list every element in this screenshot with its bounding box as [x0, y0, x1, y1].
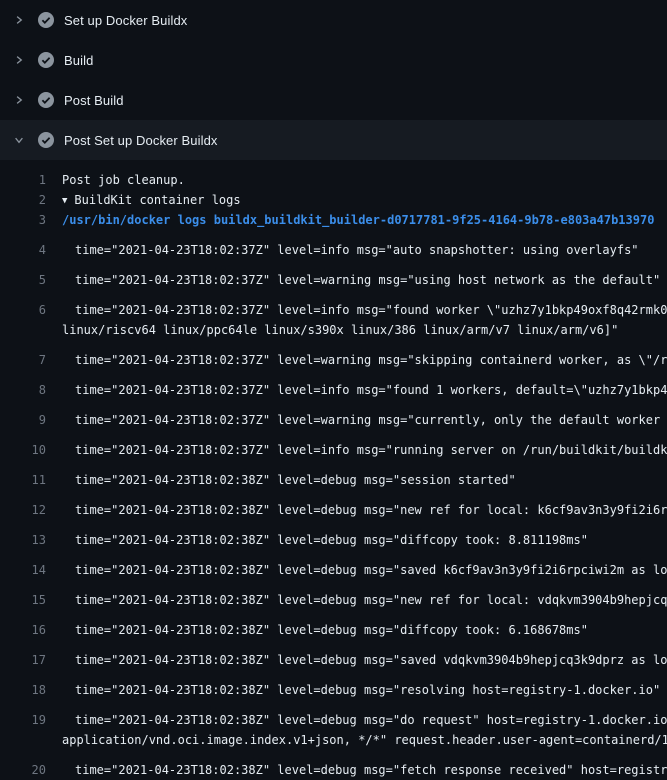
step-title: Set up Docker Buildx [64, 13, 187, 28]
chevron-right-icon[interactable] [12, 13, 26, 27]
log-text: time="2021-04-23T18:02:38Z" level=debug … [75, 650, 667, 670]
group-title: BuildKit container logs [74, 193, 240, 207]
line-number[interactable]: 8 [0, 380, 46, 400]
line-number[interactable]: 2 [0, 190, 46, 210]
log-text: time="2021-04-23T18:02:38Z" level=debug … [75, 760, 667, 780]
log-line: 14 time="2021-04-23T18:02:38Z" level=debu… [0, 550, 667, 580]
log-line: 15 time="2021-04-23T18:02:38Z" level=debu… [0, 580, 667, 610]
step-header-post-set-up-docker-buildx[interactable]: Post Set up Docker Buildx [0, 120, 667, 160]
line-number[interactable]: 20 [0, 760, 46, 780]
line-number[interactable]: 1 [0, 170, 46, 190]
log-line-continuation: linux/riscv64 linux/ppc64le linux/s390x … [0, 320, 667, 340]
log-line: 16 time="2021-04-23T18:02:38Z" level=debu… [0, 610, 667, 640]
line-number[interactable]: 5 [0, 270, 46, 290]
line-number[interactable]: 15 [0, 590, 46, 610]
log-line: 5 time="2021-04-23T18:02:37Z" level=warni… [0, 260, 667, 290]
chevron-right-icon[interactable] [12, 93, 26, 107]
log-text: time="2021-04-23T18:02:38Z" level=debug … [75, 710, 667, 730]
line-number [0, 730, 46, 750]
log-line: 17 time="2021-04-23T18:02:38Z" level=debu… [0, 640, 667, 670]
step-header-set-up-docker-buildx[interactable]: Set up Docker Buildx [0, 0, 667, 40]
log-line: 20 time="2021-04-23T18:02:38Z" level=debu… [0, 750, 667, 780]
log-group-header[interactable]: ▼ BuildKit container logs [62, 190, 241, 210]
log-line: 10 time="2021-04-23T18:02:37Z" level=info… [0, 430, 667, 460]
step-title: Post Build [64, 93, 124, 108]
line-number[interactable]: 19 [0, 710, 46, 730]
line-number[interactable]: 6 [0, 300, 46, 320]
line-number[interactable]: 14 [0, 560, 46, 580]
log-line: 9 time="2021-04-23T18:02:37Z" level=warni… [0, 400, 667, 430]
step-title: Build [64, 53, 93, 68]
line-number[interactable]: 16 [0, 620, 46, 640]
log-text: Post job cleanup. [62, 170, 185, 190]
log-text: time="2021-04-23T18:02:37Z" level=info m… [75, 240, 639, 260]
log-text: linux/riscv64 linux/ppc64le linux/s390x … [62, 320, 618, 340]
log-text: time="2021-04-23T18:02:38Z" level=debug … [75, 560, 667, 580]
log-line: 4 time="2021-04-23T18:02:37Z" level=info … [0, 230, 667, 260]
line-number[interactable]: 18 [0, 680, 46, 700]
log-text: time="2021-04-23T18:02:37Z" level=info m… [75, 300, 667, 320]
triangle-down-icon[interactable]: ▼ [62, 191, 67, 210]
command-text: /usr/bin/docker logs buildx_buildkit_bui… [62, 210, 654, 230]
log-line: 6 time="2021-04-23T18:02:37Z" level=info … [0, 290, 667, 320]
log-line: 13 time="2021-04-23T18:02:38Z" level=debu… [0, 520, 667, 550]
log-line: 11 time="2021-04-23T18:02:38Z" level=debu… [0, 460, 667, 490]
step-title: Post Set up Docker Buildx [64, 133, 218, 148]
line-number [0, 320, 46, 340]
line-number[interactable]: 13 [0, 530, 46, 550]
log-line: 2 ▼ BuildKit container logs [0, 190, 667, 210]
line-number[interactable]: 11 [0, 470, 46, 490]
log-text: time="2021-04-23T18:02:38Z" level=debug … [75, 680, 660, 700]
log-line: 19 time="2021-04-23T18:02:38Z" level=debu… [0, 700, 667, 730]
check-circle-icon [38, 92, 54, 108]
log-line: 3/usr/bin/docker logs buildx_buildkit_bu… [0, 210, 667, 230]
log-text: time="2021-04-23T18:02:37Z" level=info m… [75, 380, 667, 400]
line-number[interactable]: 10 [0, 440, 46, 460]
step-header-build[interactable]: Build [0, 40, 667, 80]
log-text: time="2021-04-23T18:02:37Z" level=warnin… [75, 350, 667, 370]
log-text: time="2021-04-23T18:02:38Z" level=debug … [75, 470, 516, 490]
log-text: time="2021-04-23T18:02:37Z" level=warnin… [75, 270, 660, 290]
line-number[interactable]: 9 [0, 410, 46, 430]
job-steps-list: Set up Docker Buildx Build Post Build Post … [0, 0, 667, 160]
log-line: 7 time="2021-04-23T18:02:37Z" level=warni… [0, 340, 667, 370]
check-circle-icon [38, 12, 54, 28]
log-text: time="2021-04-23T18:02:38Z" level=debug … [75, 500, 667, 520]
chevron-down-icon[interactable] [12, 133, 26, 147]
log-text: time="2021-04-23T18:02:37Z" level=info m… [75, 440, 667, 460]
log-line: 12 time="2021-04-23T18:02:38Z" level=debu… [0, 490, 667, 520]
check-circle-icon [38, 52, 54, 68]
log-text: time="2021-04-23T18:02:38Z" level=debug … [75, 590, 667, 610]
log-text: time="2021-04-23T18:02:37Z" level=warnin… [75, 410, 667, 430]
log-line: 18 time="2021-04-23T18:02:38Z" level=debu… [0, 670, 667, 700]
log-text: application/vnd.oci.image.index.v1+json,… [62, 730, 667, 750]
log-line-continuation: application/vnd.oci.image.index.v1+json,… [0, 730, 667, 750]
line-number[interactable]: 17 [0, 650, 46, 670]
log-output: 1 Post job cleanup. 2 ▼ BuildKit container l… [0, 160, 667, 780]
line-number[interactable]: 7 [0, 350, 46, 370]
line-number[interactable]: 4 [0, 240, 46, 260]
log-text: time="2021-04-23T18:02:38Z" level=debug … [75, 530, 588, 550]
log-text: time="2021-04-23T18:02:38Z" level=debug … [75, 620, 588, 640]
log-line: 8 time="2021-04-23T18:02:37Z" level=info … [0, 370, 667, 400]
log-line: 1 Post job cleanup. [0, 170, 667, 190]
line-number[interactable]: 12 [0, 500, 46, 520]
chevron-right-icon[interactable] [12, 53, 26, 67]
line-number[interactable]: 3 [0, 210, 46, 230]
step-header-post-build[interactable]: Post Build [0, 80, 667, 120]
check-circle-icon [38, 132, 54, 148]
